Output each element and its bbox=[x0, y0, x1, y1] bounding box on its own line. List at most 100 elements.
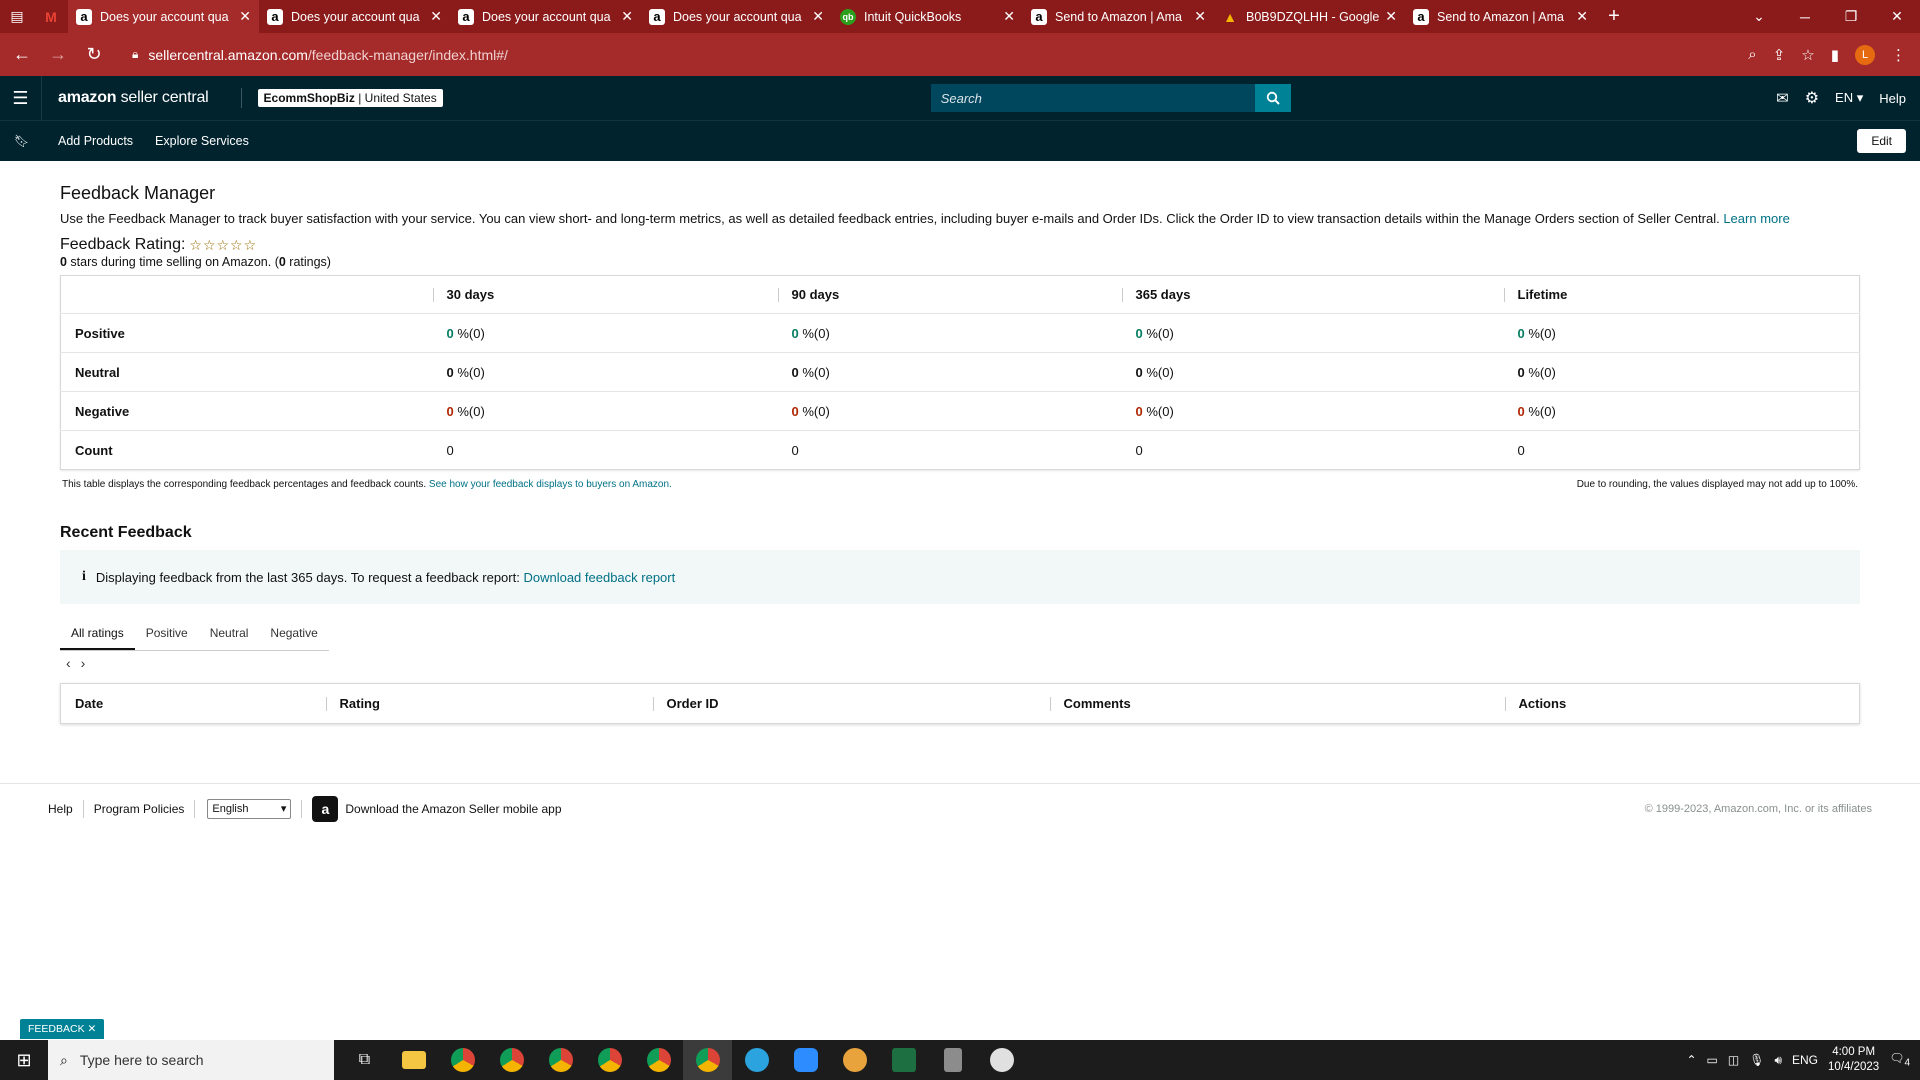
tray-chevron-up-icon[interactable]: ⌃ bbox=[1686, 1053, 1696, 1067]
feedback-widget-button[interactable]: FEEDBACK ✕ bbox=[20, 1019, 105, 1039]
close-tab-icon[interactable]: ✕ bbox=[239, 8, 251, 25]
bookmark-icon[interactable]: 🔖︎ bbox=[14, 134, 34, 148]
hamburger-menu-icon[interactable]: ☰ bbox=[0, 76, 42, 120]
reload-button[interactable]: ↻ bbox=[76, 44, 112, 65]
file-explorer-icon[interactable] bbox=[389, 1040, 438, 1080]
browser-tab[interactable]: qb Intuit QuickBooks ✕ bbox=[832, 0, 1023, 33]
browser-tab[interactable]: a Does your account qua ✕ bbox=[68, 0, 259, 33]
chrome-icon[interactable] bbox=[634, 1040, 683, 1080]
browser-tab[interactable]: a Does your account qua ✕ bbox=[450, 0, 641, 33]
chrome-icon[interactable] bbox=[585, 1040, 634, 1080]
taskbar-apps: ⧉ bbox=[340, 1040, 1026, 1080]
close-tab-icon[interactable]: ✕ bbox=[1576, 8, 1588, 25]
chrome-shape bbox=[597, 1048, 622, 1072]
share-icon[interactable]: ⇪ bbox=[1773, 46, 1786, 64]
percent-count: %(0) bbox=[1142, 364, 1174, 380]
browser-tab[interactable]: a Does your account qua ✕ bbox=[259, 0, 450, 33]
side-panel-icon[interactable]: ▮ bbox=[1831, 46, 1839, 64]
close-tab-icon[interactable]: ✕ bbox=[621, 8, 633, 25]
percent-count: %(0) bbox=[453, 364, 485, 380]
close-window-button[interactable]: ✕ bbox=[1874, 0, 1920, 33]
col-header[interactable]: Rating bbox=[325, 683, 653, 724]
amazon-app-icon[interactable]: a bbox=[312, 795, 339, 822]
restore-button[interactable]: ❐ bbox=[1828, 0, 1874, 33]
forward-button[interactable]: → bbox=[40, 44, 76, 65]
pinned-gmail-tab[interactable]: M bbox=[34, 0, 68, 33]
close-tab-icon[interactable]: ✕ bbox=[1385, 8, 1397, 25]
task-view-icon[interactable]: ⧉ bbox=[340, 1040, 389, 1080]
excel-icon[interactable] bbox=[879, 1040, 928, 1080]
col-header[interactable]: Comments bbox=[1049, 683, 1505, 724]
search-input[interactable] bbox=[930, 84, 1255, 112]
recent-feedback-table: Date Rating Order ID Comments Actions bbox=[60, 683, 1860, 724]
minimize-button[interactable]: ─ bbox=[1782, 0, 1828, 33]
feedback-display-link[interactable]: See how your feedback displays to buyers… bbox=[429, 479, 672, 490]
windows-start-icon[interactable]: ⊞ bbox=[0, 1050, 48, 1071]
app-icon[interactable] bbox=[830, 1040, 879, 1080]
calculator-icon[interactable] bbox=[928, 1040, 977, 1080]
bookmark-star-icon[interactable]: ☆ bbox=[1801, 46, 1814, 64]
browser-tab[interactable]: a Send to Amazon | Ama ✕ bbox=[1023, 0, 1214, 33]
close-tab-icon[interactable]: ✕ bbox=[1003, 8, 1015, 25]
network-icon[interactable]: ▭ bbox=[1707, 1053, 1718, 1067]
browser-tab[interactable]: ▲ B0B9DZQLHH - Google ✕ bbox=[1214, 0, 1405, 33]
percent-value: 0 bbox=[791, 403, 799, 419]
tab-negative[interactable]: Negative bbox=[259, 616, 328, 650]
close-tab-icon[interactable]: ✕ bbox=[430, 8, 442, 25]
help-link[interactable]: Help bbox=[1879, 91, 1906, 106]
close-icon[interactable]: ✕ bbox=[88, 1023, 97, 1035]
download-app-link[interactable]: Download the Amazon Seller mobile app bbox=[345, 802, 561, 816]
profile-avatar[interactable]: L bbox=[1855, 44, 1875, 65]
volume-icon[interactable]: 🔊︎ bbox=[1774, 1053, 1782, 1068]
notification-center-icon[interactable]: 🗨︎4 bbox=[1889, 1051, 1910, 1068]
nav-explore-services[interactable]: Explore Services bbox=[155, 134, 249, 148]
snipping-tool-icon[interactable] bbox=[977, 1040, 1026, 1080]
settings-gear-icon[interactable]: ⚙ bbox=[1805, 88, 1819, 108]
zoom-app-icon[interactable] bbox=[781, 1040, 830, 1080]
tab-all-ratings[interactable]: All ratings bbox=[60, 616, 135, 650]
learn-more-link[interactable]: Learn more bbox=[1723, 211, 1789, 226]
taskbar-search[interactable]: ⌕ Type here to search bbox=[48, 1040, 334, 1080]
browser-tab[interactable]: a Does your account qua ✕ bbox=[641, 0, 832, 33]
browser-tab[interactable]: a Send to Amazon | Ama ✕ bbox=[1405, 0, 1596, 33]
edit-nav-button[interactable]: Edit bbox=[1857, 129, 1906, 153]
close-tab-icon[interactable]: ✕ bbox=[1194, 8, 1206, 25]
tab-search-icon[interactable]: ▤ bbox=[0, 0, 34, 33]
tab-list-chevron-icon[interactable]: ⌄ bbox=[1736, 0, 1782, 33]
nav-add-products[interactable]: Add Products bbox=[58, 134, 133, 148]
lock-icon[interactable]: 🔒︎ bbox=[132, 47, 138, 62]
chevron-left-icon[interactable]: ‹ bbox=[66, 655, 71, 671]
new-tab-button[interactable]: + bbox=[1596, 0, 1632, 33]
tab-positive[interactable]: Positive bbox=[135, 616, 199, 650]
zoom-icon[interactable]: ⌕ bbox=[1748, 46, 1756, 63]
close-tab-icon[interactable]: ✕ bbox=[812, 8, 824, 25]
footer-help-link[interactable]: Help bbox=[48, 802, 73, 816]
url-field[interactable]: 🔒︎ sellercentral.amazon.com/feedback-man… bbox=[122, 40, 1722, 70]
col-header[interactable]: Date bbox=[61, 684, 326, 724]
language-selector[interactable]: EN ▾ bbox=[1835, 90, 1863, 106]
tab-neutral[interactable]: Neutral bbox=[199, 616, 260, 650]
chrome-icon[interactable] bbox=[438, 1040, 487, 1080]
chrome-icon[interactable] bbox=[487, 1040, 536, 1080]
input-language[interactable]: ENG bbox=[1792, 1053, 1818, 1067]
metrics-header-row: 30 days 90 days 365 days Lifetime bbox=[60, 275, 1860, 314]
seller-central-logo[interactable]: amazon seller central bbox=[58, 89, 209, 107]
download-report-link[interactable]: Download feedback report bbox=[523, 570, 675, 585]
telegram-icon[interactable] bbox=[732, 1040, 781, 1080]
chrome-icon[interactable] bbox=[683, 1040, 732, 1080]
chrome-icon[interactable] bbox=[536, 1040, 585, 1080]
chevron-right-icon[interactable]: › bbox=[81, 655, 86, 671]
microphone-icon[interactable]: 🎙︎ bbox=[1749, 1053, 1764, 1067]
back-button[interactable]: ← bbox=[4, 44, 40, 65]
meet-now-icon[interactable]: ◫ bbox=[1728, 1053, 1739, 1067]
clock[interactable]: 4:00 PM 10/4/2023 bbox=[1828, 1045, 1879, 1075]
store-region: | United States bbox=[354, 91, 437, 105]
browser-menu-icon[interactable]: ⋮ bbox=[1891, 46, 1906, 64]
rating-filter-tabs: All ratings Positive Neutral Negative bbox=[60, 616, 329, 651]
footer-language-select[interactable]: English ▾ bbox=[207, 798, 292, 819]
col-header[interactable]: Order ID bbox=[652, 683, 1050, 724]
store-switcher[interactable]: EcommShopBiz | United States bbox=[257, 89, 443, 107]
program-policies-link[interactable]: Program Policies bbox=[94, 802, 185, 816]
mail-icon[interactable]: ✉ bbox=[1776, 89, 1789, 107]
search-button[interactable] bbox=[1254, 84, 1291, 112]
